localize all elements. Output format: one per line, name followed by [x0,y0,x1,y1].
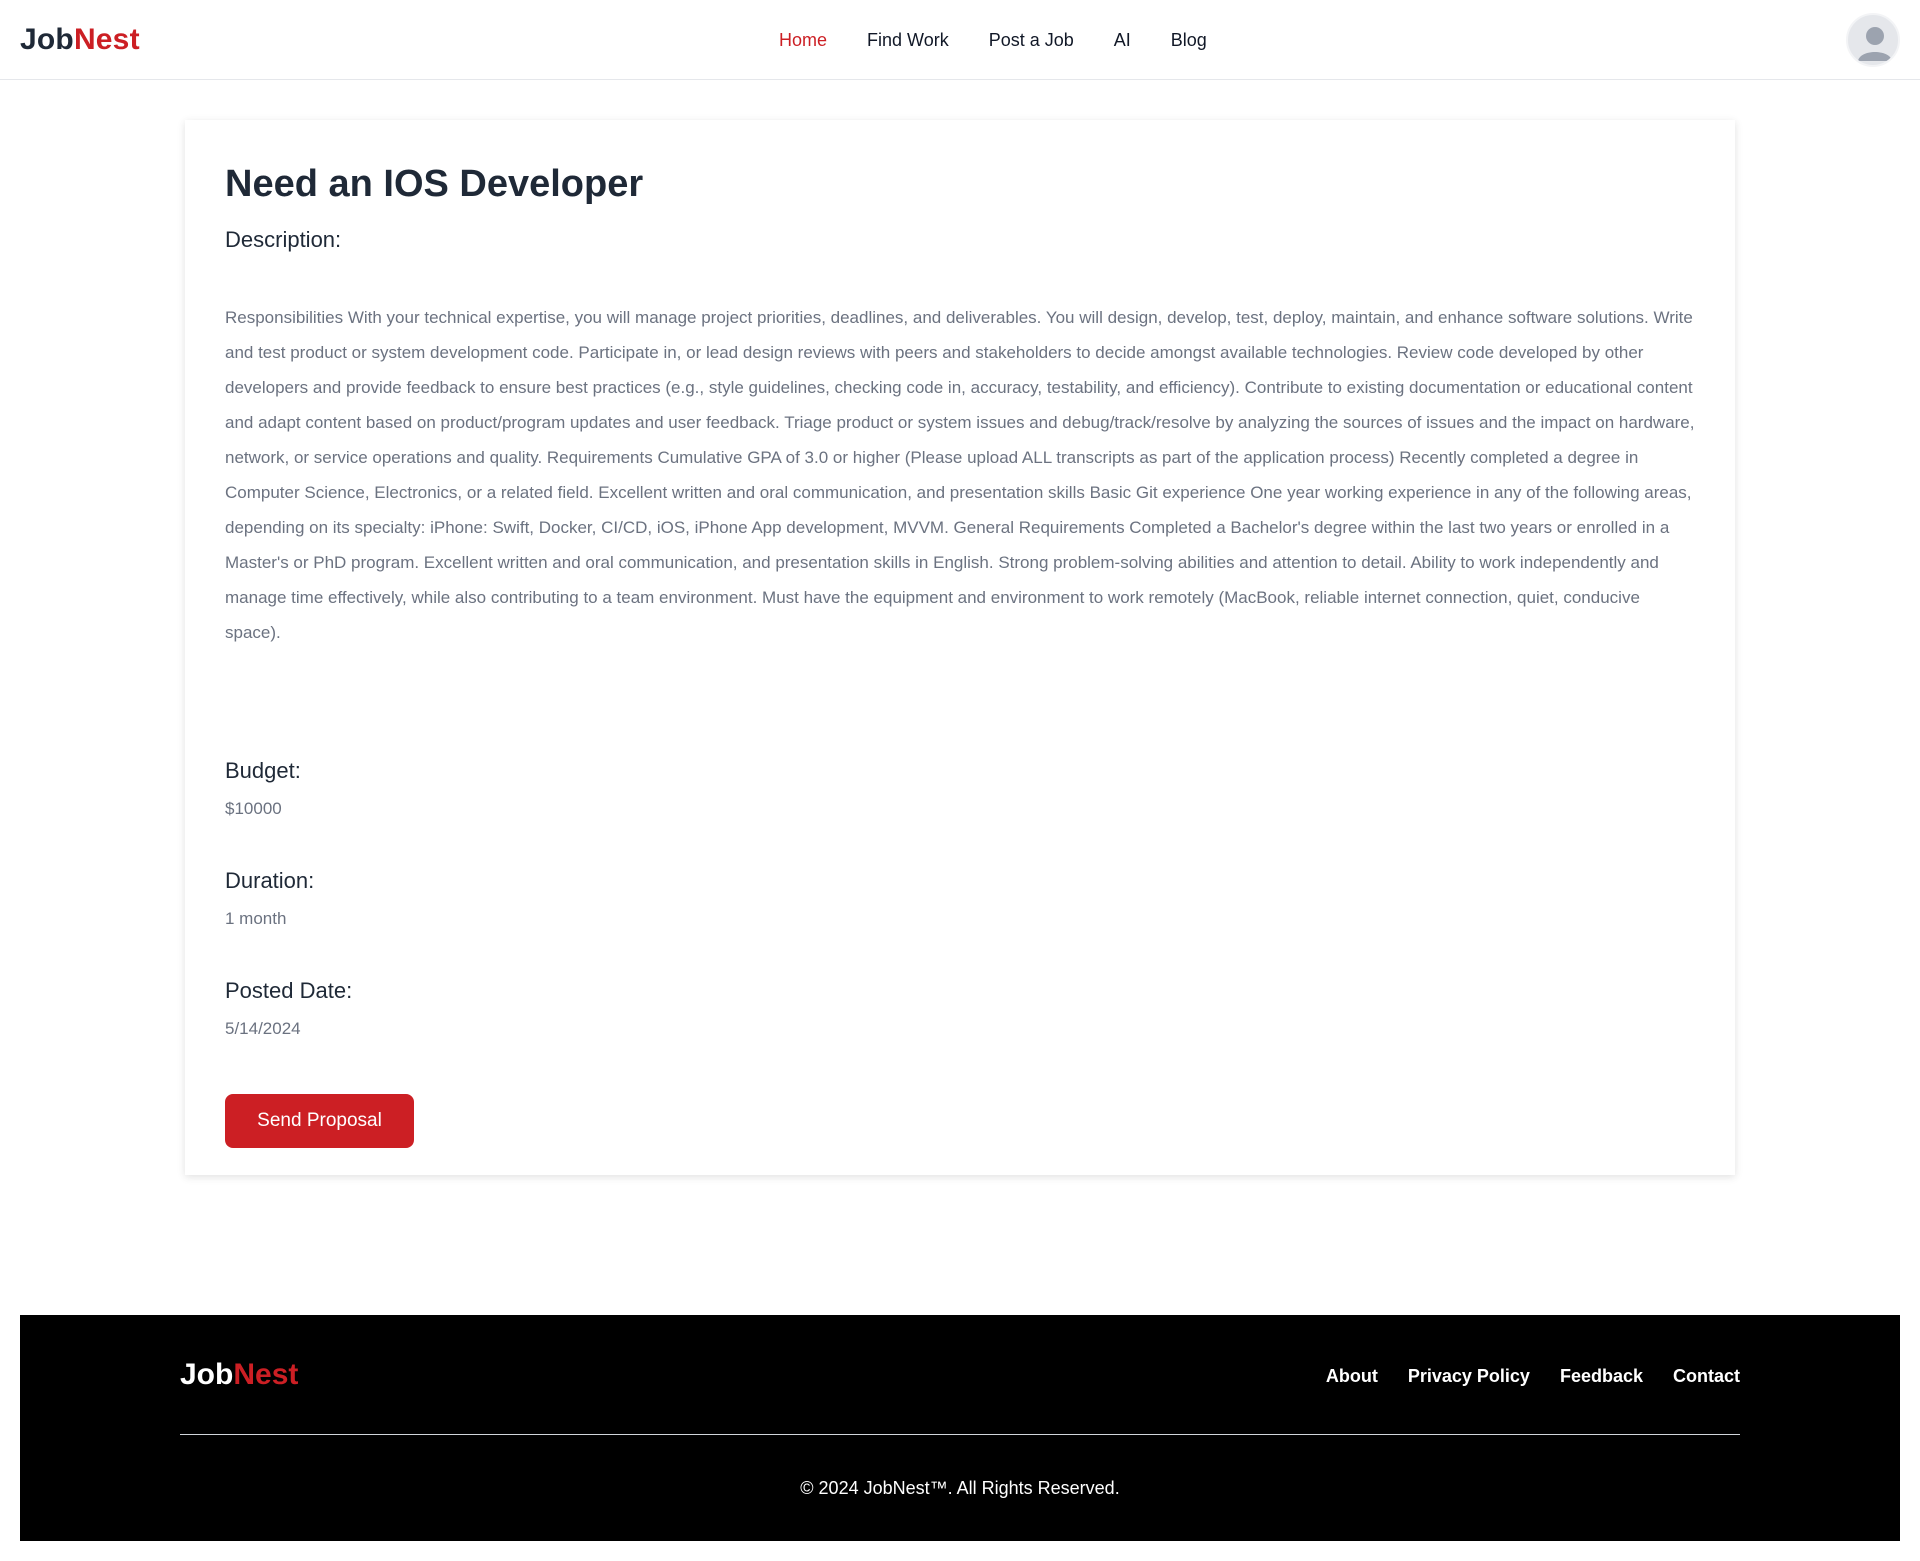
footer-logo-text-job: Job [180,1358,234,1391]
footer-link-contact[interactable]: Contact [1673,1363,1740,1389]
posted-date-value: 5/14/2024 [225,1019,301,1038]
duration-value: 1 month [225,909,287,928]
footer-link-privacy-policy[interactable]: Privacy Policy [1408,1363,1530,1389]
footer-link-feedback[interactable]: Feedback [1560,1363,1643,1389]
logo-text-nest: Nest [73,23,140,56]
footer-divider [180,1434,1740,1435]
footer-logo-text-nest: Nest [233,1358,299,1391]
job-title: Need an IOS Developer [225,163,644,205]
budget-value: $10000 [225,799,282,818]
job-detail-card: Need an IOS Developer Description: Respo… [185,120,1735,1175]
nav-find-work[interactable]: Find Work [867,26,949,54]
send-proposal-button[interactable]: Send Proposal [225,1094,414,1148]
duration-label: Duration: [225,868,315,893]
copyright-text: © 2024 JobNest™. All Rights Reserved. [800,1478,1120,1498]
nav-home[interactable]: Home [779,26,827,54]
footer-logo[interactable]: JobNest [180,1355,298,1395]
site-footer: JobNest About Privacy Policy Feedback Co… [20,1315,1900,1541]
main-nav: Home Find Work Post a Job AI Blog [779,26,1247,54]
footer-link-about[interactable]: About [1326,1363,1378,1389]
user-avatar-button[interactable] [1846,13,1900,67]
job-description: Responsibilities With your technical exp… [225,308,1695,642]
nav-blog[interactable]: Blog [1171,26,1207,54]
user-avatar-icon [1858,27,1892,61]
logo-text-job: Job [20,23,74,56]
nav-ai[interactable]: AI [1114,26,1131,54]
nav-post-a-job[interactable]: Post a Job [989,26,1074,54]
posted-date-label: Posted Date: [225,978,353,1003]
site-logo[interactable]: JobNest [20,20,140,60]
description-label: Description: [225,227,342,252]
top-navbar: JobNest Home Find Work Post a Job AI Blo… [0,0,1920,80]
footer-links: About Privacy Policy Feedback Contact [1326,1363,1740,1389]
budget-label: Budget: [225,758,301,783]
